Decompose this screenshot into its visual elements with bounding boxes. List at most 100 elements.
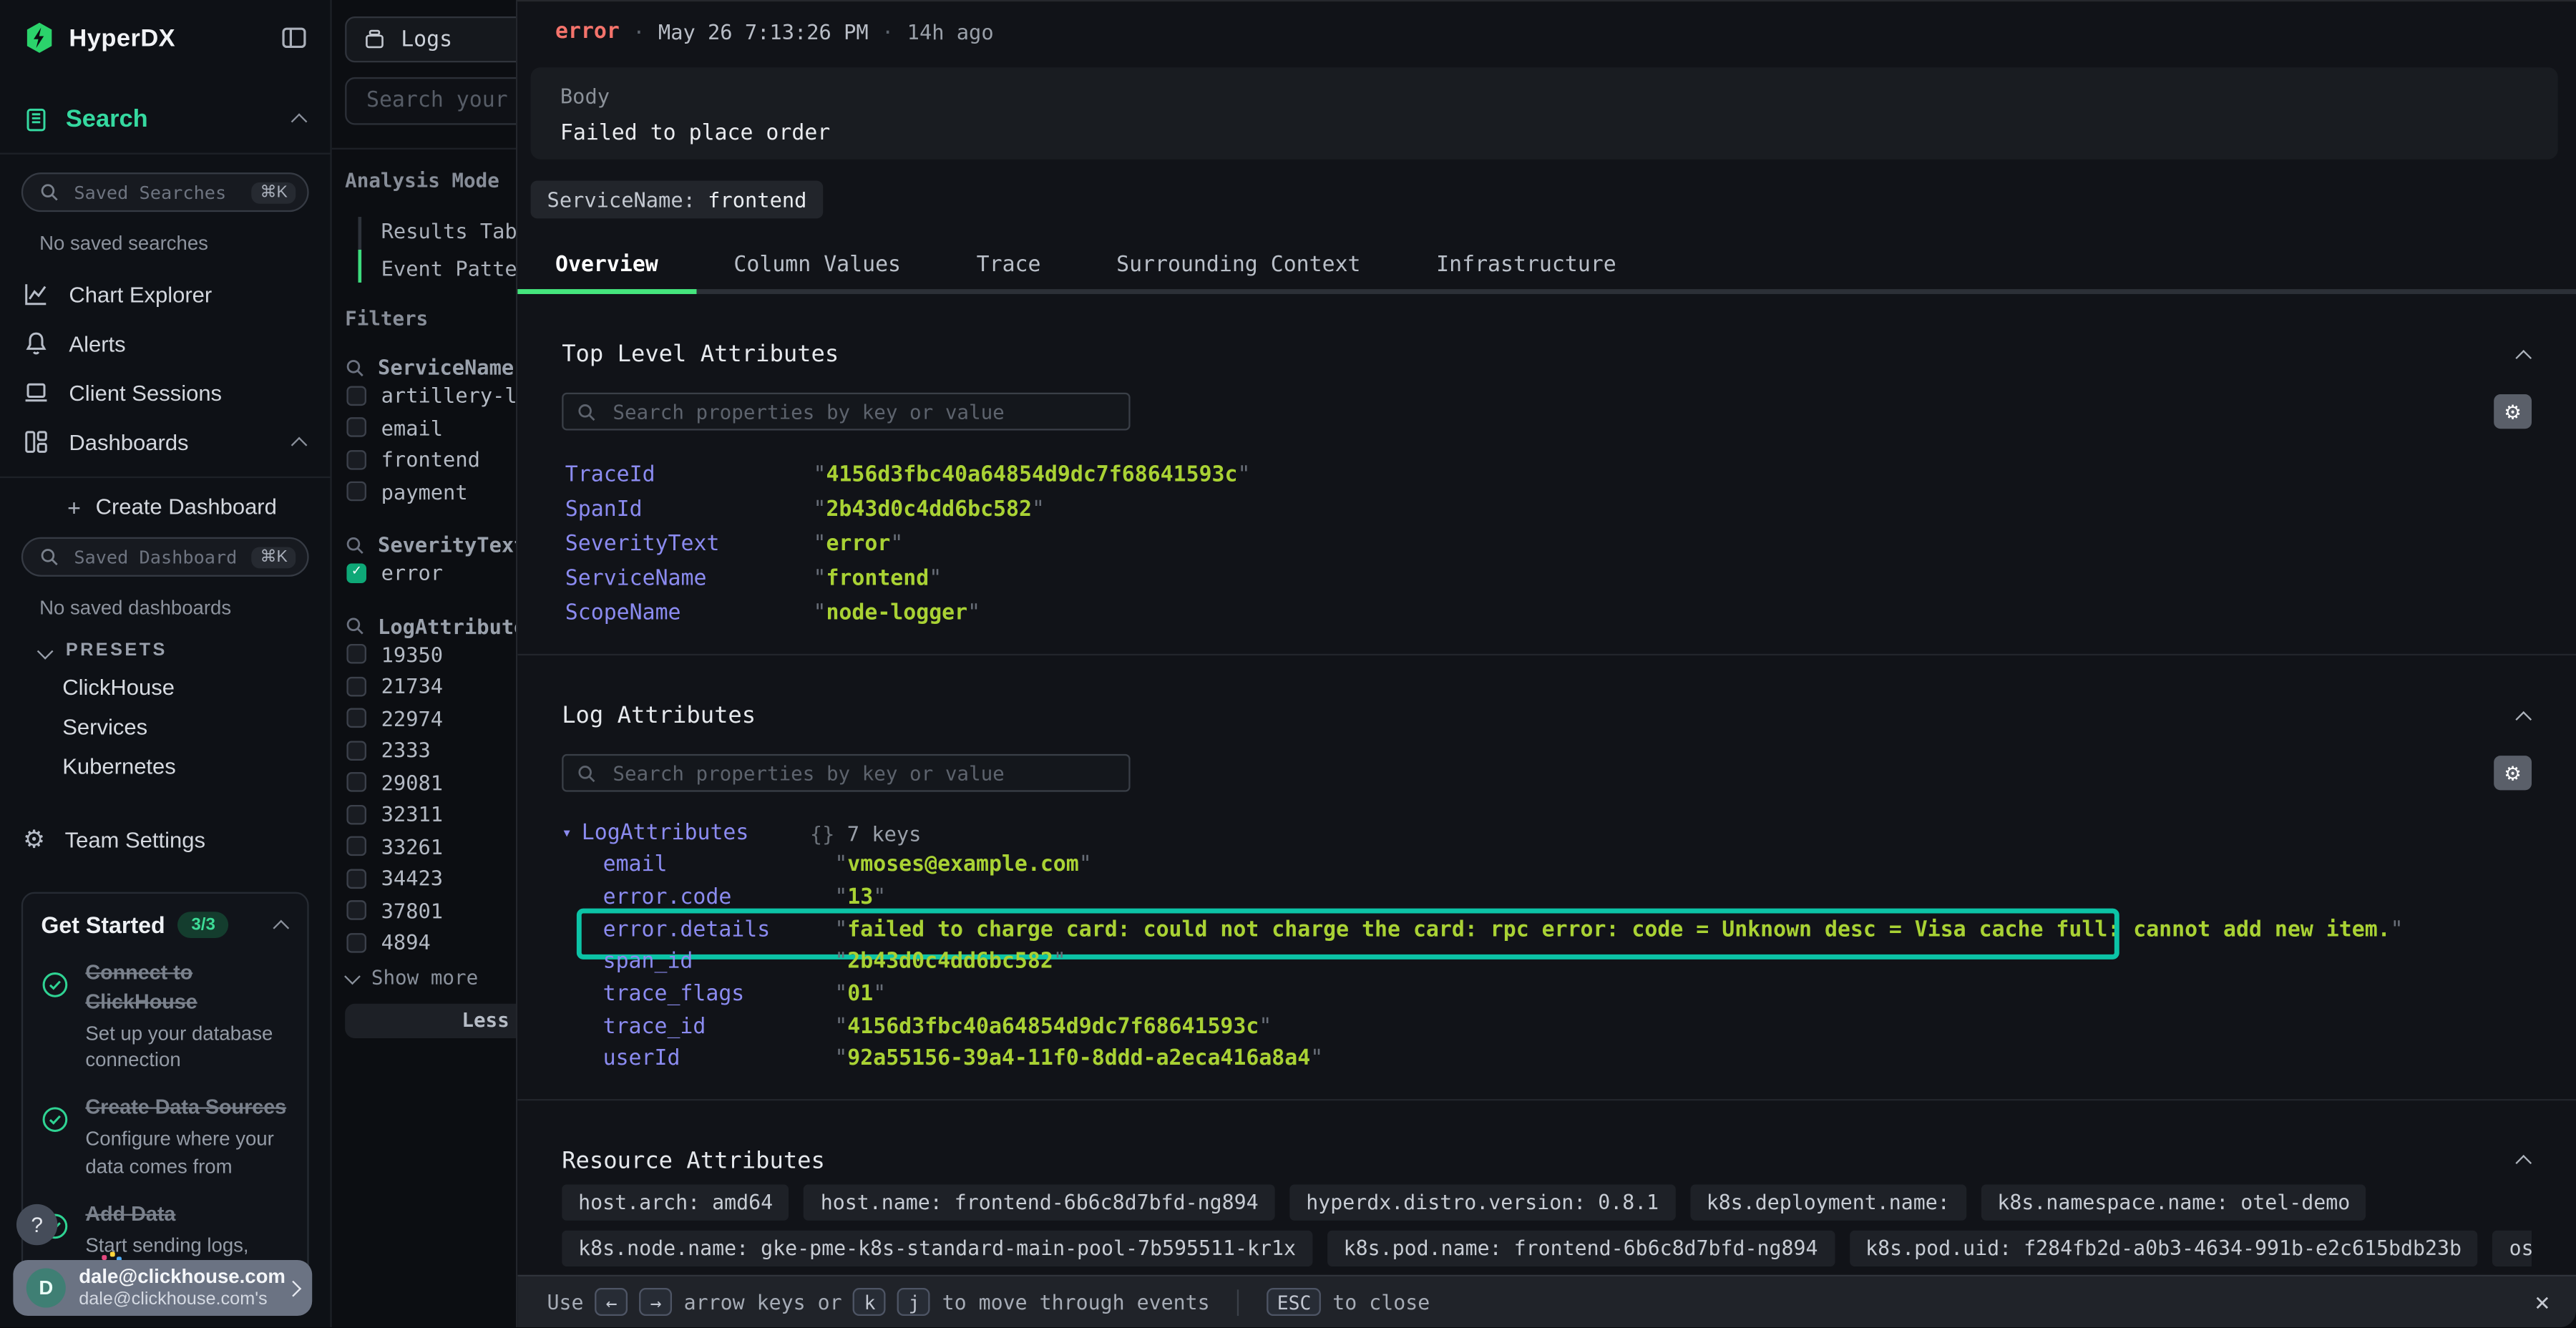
checkbox[interactable] <box>346 645 366 665</box>
step-title: Add Data <box>85 1202 175 1225</box>
sidebar-item-search[interactable]: Search <box>0 85 330 152</box>
filter-group-label[interactable]: SeverityText <box>378 532 526 557</box>
service-name-chip[interactable]: ServiceName: frontend <box>531 181 824 219</box>
attribute-value[interactable]: 4156d3fbc40a64854d9dc7f68641593c <box>834 1015 1272 1039</box>
laptop-icon <box>23 379 49 406</box>
tab-overview[interactable]: Overview <box>517 238 696 294</box>
attribute-value[interactable]: failed to charge card: could not charge … <box>834 918 2403 942</box>
attribute-key[interactable]: TraceId <box>565 463 814 487</box>
attribute-key[interactable]: trace_flags <box>603 982 835 1007</box>
attribute-value[interactable]: 92a55156-39a4-11f0-8ddd-a2eca416a8a4 <box>834 1048 1323 1072</box>
get-started-step[interactable]: Connect to ClickHouse Set up your databa… <box>41 958 289 1074</box>
attribute-key[interactable]: error.code <box>603 886 835 910</box>
chevron-up-icon[interactable] <box>291 436 308 452</box>
attribute-key[interactable]: SpanId <box>565 498 814 522</box>
resource-chip[interactable]: k8s.namespace.name: otel-demo <box>1981 1184 2366 1221</box>
detail-tabs: Overview Column Values Trace Surrounding… <box>517 238 2576 294</box>
attribute-key[interactable]: trace_id <box>603 1015 835 1039</box>
attribute-row: ScopeNamenode-logger <box>562 596 2532 630</box>
filter-group-label[interactable]: LogAttributes <box>378 614 539 638</box>
checkbox[interactable] <box>346 901 366 921</box>
checkbox[interactable] <box>346 708 366 728</box>
severity-badge: error <box>555 20 620 44</box>
checkbox[interactable] <box>346 836 366 856</box>
no-saved-searches: No saved searches <box>39 232 330 255</box>
resource-chip[interactable]: host.arch: amd64 <box>562 1184 789 1221</box>
checkbox[interactable] <box>346 676 366 696</box>
tree-root-row[interactable]: ▾ LogAttributes {} 7 keys <box>562 816 2532 849</box>
checkbox[interactable] <box>346 482 366 502</box>
resource-chip[interactable]: hyperdx.distro.version: 0.8.1 <box>1289 1184 1675 1221</box>
close-icon[interactable]: ✕ <box>2535 1289 2550 1314</box>
saved-searches-input[interactable]: ⌘K <box>21 172 309 212</box>
attribute-key[interactable]: ServiceName <box>565 567 814 591</box>
attribute-value[interactable]: vmoses@example.com <box>834 853 1091 877</box>
property-search-input[interactable] <box>562 393 1130 431</box>
presets-toggle[interactable]: PRESETS <box>39 640 330 660</box>
sidebar-item-team-settings[interactable]: ⚙ Team Settings <box>0 815 330 866</box>
attribute-key[interactable]: span_id <box>603 950 835 975</box>
resource-chip[interactable]: k8s.deployment.name: <box>1690 1184 1966 1221</box>
tab-column-values[interactable]: Column Values <box>696 238 939 294</box>
resource-chip[interactable]: k8s.pod.name: frontend-6b6c8d7bfd-ng894 <box>1327 1230 1835 1266</box>
create-dashboard-button[interactable]: + Create Dashboard <box>0 478 330 519</box>
checkbox[interactable] <box>346 418 366 438</box>
log-attributes-section: Log Attributes ⚙ ▾ LogAttributes <box>517 703 2576 1076</box>
sidebar-item-dashboards[interactable]: Dashboards <box>0 417 330 467</box>
event-timestamp: May 26 7:13:26 PM <box>658 20 869 44</box>
search-icon <box>345 357 365 377</box>
sidebar-item-chart-explorer[interactable]: Chart Explorer <box>0 270 330 319</box>
collapse-triangle-icon[interactable]: ▾ <box>562 824 582 841</box>
attribute-value[interactable]: 01 <box>834 982 886 1007</box>
no-saved-dashboards: No saved dashboards <box>39 596 330 619</box>
resource-chip[interactable]: os.type: linux <box>2493 1230 2532 1266</box>
braces-icon: {} <box>810 821 835 845</box>
checkbox-checked[interactable] <box>346 563 366 583</box>
checkbox[interactable] <box>346 773 366 793</box>
attribute-value[interactable]: 4156d3fbc40a64854d9dc7f68641593c <box>813 463 1250 487</box>
attributes-settings-button[interactable]: ⚙ <box>2494 756 2532 790</box>
attribute-row: userId92a55156-39a4-11f0-8ddd-a2eca416a8… <box>562 1043 2532 1075</box>
checkbox[interactable] <box>346 869 366 889</box>
attribute-value[interactable]: error <box>813 532 903 557</box>
attribute-key[interactable]: ScopeName <box>565 601 814 625</box>
j-key: j <box>898 1288 931 1316</box>
attribute-value[interactable]: node-logger <box>813 601 980 625</box>
preset-kubernetes[interactable]: Kubernetes <box>62 754 330 778</box>
attribute-key[interactable]: userId <box>603 1048 835 1072</box>
help-button[interactable]: ? <box>16 1204 57 1245</box>
sidebar-item-alerts[interactable]: Alerts <box>0 318 330 368</box>
checkbox[interactable] <box>346 741 366 761</box>
preset-clickhouse[interactable]: ClickHouse <box>62 675 330 700</box>
collapse-sidebar-icon[interactable] <box>281 24 308 51</box>
resource-chip[interactable]: host.name: frontend-6b6c8d7bfd-ng894 <box>804 1184 1275 1221</box>
attribute-value[interactable]: 13 <box>834 886 886 910</box>
attribute-value[interactable]: frontend <box>813 567 942 591</box>
preset-services[interactable]: Services <box>62 715 330 739</box>
tab-infrastructure[interactable]: Infrastructure <box>1398 238 1654 294</box>
resource-chip[interactable]: k8s.node.name: gke-pme-k8s-standard-main… <box>562 1230 1312 1266</box>
tab-surrounding-context[interactable]: Surrounding Context <box>1078 238 1398 294</box>
property-search-input[interactable] <box>562 754 1130 792</box>
tab-trace[interactable]: Trace <box>939 238 1078 294</box>
event-detail-panel: error · May 26 7:13:26 PM · 14h ago Body… <box>516 0 2576 1327</box>
filter-group-label[interactable]: ServiceName <box>378 355 514 379</box>
checkbox[interactable] <box>346 933 366 953</box>
attribute-key[interactable]: email <box>603 853 835 877</box>
checkbox[interactable] <box>346 804 366 824</box>
resource-chip[interactable]: k8s.pod.uid: f284fb2d-a0b3-4634-991b-e2c… <box>1849 1230 2478 1266</box>
attribute-value[interactable]: 2b43d0c4dd6bc582 <box>813 498 1044 522</box>
saved-dashboards-input[interactable]: ⌘K <box>21 537 309 577</box>
attribute-value[interactable]: 2b43d0c4dd6bc582 <box>834 950 1065 975</box>
get-started-step[interactable]: Create Data Sources Configure where your… <box>41 1093 289 1179</box>
sidebar-item-client-sessions[interactable]: Client Sessions <box>0 368 330 417</box>
attribute-key[interactable]: SeverityText <box>565 532 814 557</box>
checkbox[interactable] <box>346 386 366 406</box>
attribute-key[interactable]: error.details <box>603 918 835 942</box>
profile-bar[interactable]: D dale@clickhouse.com dale@clickhouse.co… <box>13 1260 312 1316</box>
attributes-settings-button[interactable]: ⚙ <box>2494 394 2532 429</box>
chevron-up-icon[interactable] <box>291 113 308 130</box>
attribute-row: TraceId4156d3fbc40a64854d9dc7f68641593c <box>562 459 2532 493</box>
checkbox[interactable] <box>346 450 366 470</box>
chevron-up-icon[interactable] <box>273 919 289 935</box>
